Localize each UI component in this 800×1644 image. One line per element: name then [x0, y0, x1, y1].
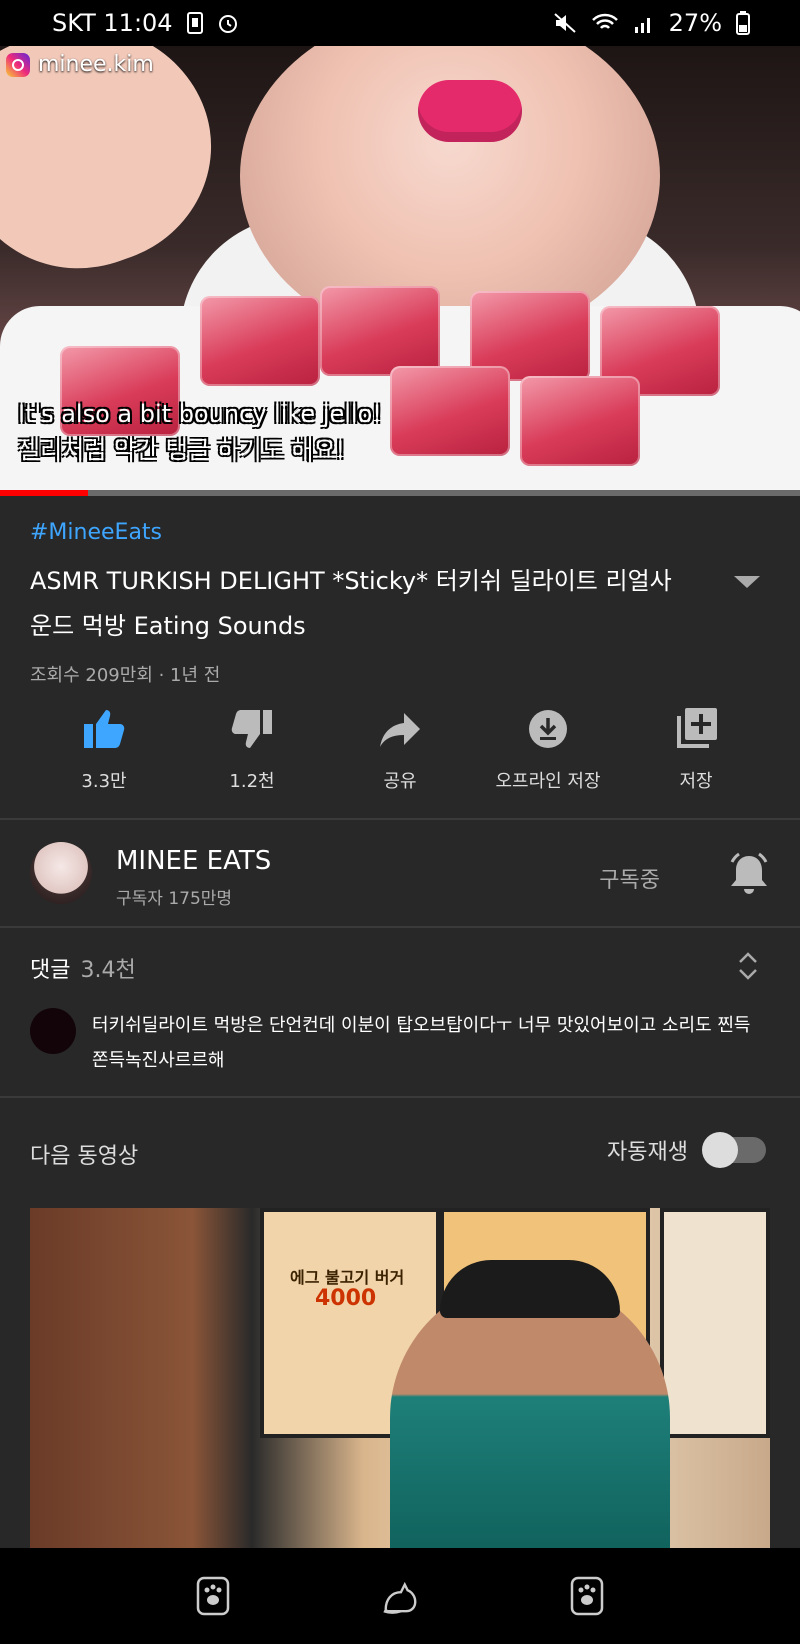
subscribed-button[interactable]: 구독중	[599, 862, 660, 894]
thumbs-down-icon	[228, 705, 276, 753]
instagram-watermark: minee.kim	[6, 52, 154, 77]
sim-icon	[186, 12, 203, 34]
nav-home-button[interactable]	[380, 1576, 420, 1616]
menu-board-panel	[660, 1208, 770, 1438]
video-scene-cube	[320, 286, 440, 376]
paw-icon	[570, 1576, 603, 1616]
bottom-nav-bar	[0, 1548, 800, 1644]
chevron-down-icon[interactable]	[734, 576, 760, 588]
battery-icon	[736, 11, 750, 35]
cat-icon	[383, 1581, 417, 1614]
video-scene-cube	[200, 296, 320, 386]
thumbnail-cap	[440, 1260, 620, 1318]
download-button[interactable]: 오프라인 저장	[478, 705, 618, 793]
comments-header[interactable]: 댓글 3.4천	[30, 952, 770, 984]
wifi-icon	[591, 13, 618, 29]
channel-avatar[interactable]	[30, 842, 92, 904]
dislike-button[interactable]: 1.2천	[182, 705, 322, 793]
video-scene-cube	[520, 376, 640, 466]
subtitle-korean: 젤리처럼 약간 탱글 하기도 해요!	[18, 436, 346, 464]
watermark-handle: minee.kim	[38, 52, 154, 77]
video-scene-cube	[390, 366, 510, 456]
video-subtitles: It's also a bit bouncy like jello! 젤리처럼 …	[18, 396, 382, 468]
subscriber-count: 구독자 175만명	[116, 889, 233, 909]
like-button[interactable]: 3.3만	[34, 705, 174, 793]
thumbnail-person	[390, 1278, 670, 1548]
thumbnail-promo-text: 에그 불고기 버거	[290, 1268, 405, 1287]
up-next-title: 다음 동영상	[30, 1144, 139, 1169]
save-label: 저장	[679, 771, 713, 792]
download-label: 오프라인 저장	[495, 771, 601, 792]
divider	[0, 926, 800, 928]
up-next-header: 다음 동영상 자동재생	[30, 1132, 770, 1170]
channel-row[interactable]: MINEE EATS 구독자 175만명 구독중	[30, 842, 770, 909]
bell-icon[interactable]	[728, 852, 770, 896]
nav-recent-button[interactable]	[193, 1576, 233, 1616]
paw-icon	[197, 1576, 230, 1616]
share-icon	[376, 705, 424, 753]
autoplay-toggle[interactable]	[702, 1132, 766, 1168]
like-count: 3.3만	[81, 771, 127, 792]
action-bar: 3.3만 1.2천 공유 오프라인 저장 저장	[0, 705, 800, 793]
share-button[interactable]: 공유	[330, 705, 470, 793]
subtitle-english: It's also a bit bouncy like jello!	[18, 400, 382, 428]
save-button[interactable]: 저장	[626, 705, 766, 793]
next-video-thumbnail[interactable]: 에그 불고기 버거 4000	[30, 1208, 770, 1548]
share-label: 공유	[383, 771, 417, 792]
video-progress-bar[interactable]	[0, 490, 800, 496]
video-scene-lips	[418, 80, 522, 142]
thumbnail-price-text: 4000	[315, 1286, 377, 1311]
nav-back-button[interactable]	[567, 1576, 607, 1616]
divider	[0, 818, 800, 820]
video-info: #MineeEats ASMR TURKISH DELIGHT *Sticky*…	[30, 520, 770, 687]
video-progress-fill	[0, 490, 88, 496]
status-bar: SKT 11:04 27%	[0, 0, 800, 46]
thumbs-up-icon	[80, 705, 128, 753]
hashtag-link[interactable]: #MineeEats	[30, 520, 770, 545]
autoplay-label: 자동재생	[607, 1140, 688, 1165]
divider	[0, 1096, 800, 1098]
channel-name[interactable]: MINEE EATS	[116, 846, 271, 876]
unfold-icon[interactable]	[736, 950, 760, 982]
alarm-icon	[218, 15, 237, 33]
battery-percent: 27%	[668, 9, 722, 37]
status-left: SKT 11:04	[52, 9, 239, 37]
comments-title: 댓글	[30, 958, 71, 983]
video-player[interactable]: minee.kim It's also a bit bouncy like je…	[0, 46, 800, 496]
status-right: 27%	[553, 9, 750, 37]
instagram-icon	[6, 52, 30, 77]
autoplay-control: 자동재생	[607, 1132, 766, 1168]
comment-text: 터키쉬딜라이트 먹방은 단언컨데 이분이 탑오브탑이다ㅜ 너무 맛있어보이고 소…	[92, 1015, 751, 1071]
carrier-time: SKT 11:04	[52, 9, 173, 37]
video-meta: 조회수 209만회 · 1년 전	[30, 665, 221, 686]
dislike-count: 1.2천	[229, 771, 275, 792]
toggle-knob	[702, 1132, 738, 1168]
commenter-avatar	[30, 1008, 76, 1054]
video-title[interactable]: ASMR TURKISH DELIGHT *Sticky* 터키쉬 딜라이트 리…	[30, 559, 680, 649]
signal-icon	[634, 18, 650, 33]
comments-count: 3.4천	[80, 958, 136, 983]
download-icon	[524, 705, 572, 753]
add-to-playlist-icon	[672, 705, 720, 753]
mute-icon	[553, 13, 576, 33]
